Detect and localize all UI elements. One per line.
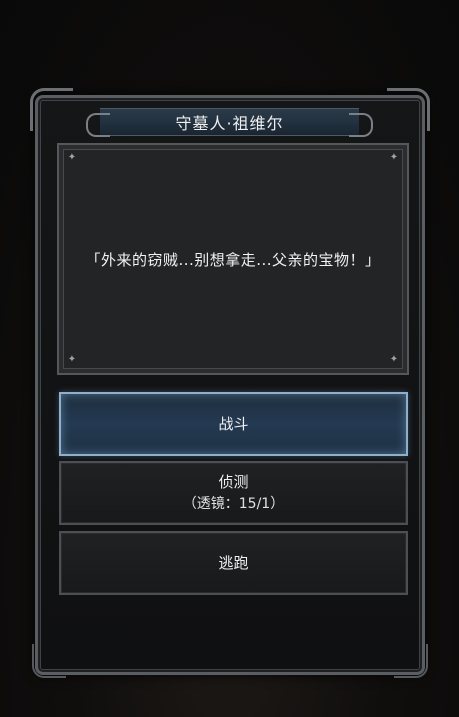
sparkle-icon: ✦ xyxy=(389,152,399,163)
sparkle-icon: ✦ xyxy=(389,354,399,365)
npc-name: 守墓人·祖维尔 xyxy=(175,114,284,133)
flee-button[interactable]: 逃跑 xyxy=(59,531,408,595)
detect-cost: （透镜：15/1） xyxy=(182,496,285,512)
npc-title-banner: 守墓人·祖维尔 xyxy=(86,108,373,137)
sparkle-icon: ✦ xyxy=(67,152,77,163)
dialog-text: 「外来的窃贼...别想拿走...父亲的宝物！」 xyxy=(85,250,381,269)
detect-button[interactable]: 侦测 （透镜：15/1） xyxy=(59,461,408,525)
frame-corner-ornament xyxy=(394,644,428,678)
fight-label: 战斗 xyxy=(218,415,249,433)
frame-corner-ornament xyxy=(32,644,66,678)
sparkle-icon: ✦ xyxy=(67,354,77,365)
fight-button[interactable]: 战斗 xyxy=(59,392,408,456)
detect-label: 侦测 xyxy=(218,473,249,491)
flee-label: 逃跑 xyxy=(218,554,249,572)
event-scene: 守墓人·祖维尔 ✦ ✦ ✦ ✦ 「外来的窃贼...别想拿走...父亲的宝物！」 … xyxy=(0,0,459,717)
dialog-box: ✦ ✦ ✦ ✦ 「外来的窃贼...别想拿走...父亲的宝物！」 xyxy=(57,143,409,375)
